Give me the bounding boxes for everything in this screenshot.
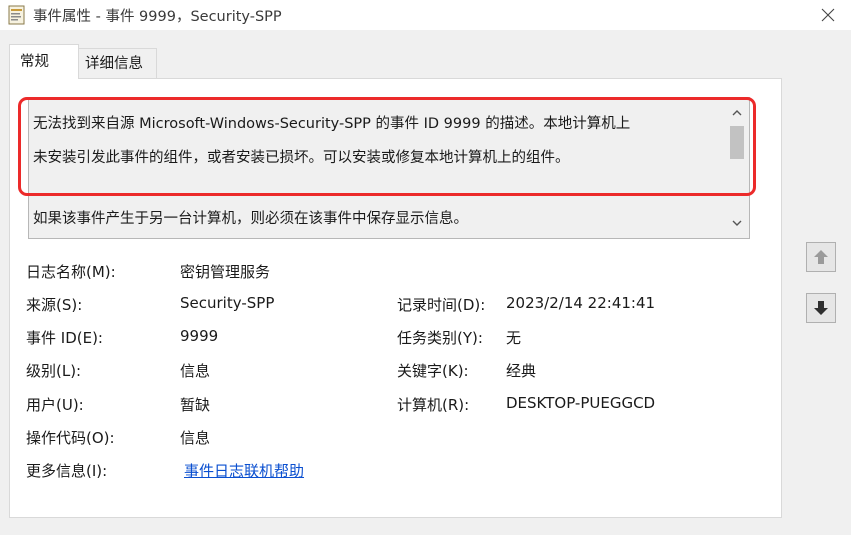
level-label: 级别(L): <box>26 362 82 380</box>
task-category-value: 无 <box>506 329 522 347</box>
event-log-online-help-link[interactable]: 事件日志联机帮助 <box>184 460 304 481</box>
event-id-value: 9999 <box>180 327 219 345</box>
arrow-down-icon <box>814 301 828 315</box>
window-title: 事件属性 - 事件 9999，Security-SPP <box>33 9 282 25</box>
description-scrollbar[interactable] <box>725 98 749 238</box>
close-icon <box>821 8 835 22</box>
description-line: 无法找到来自源 Microsoft-Windows-Security-SPP 的… <box>33 116 631 132</box>
next-event-button[interactable] <box>806 293 836 323</box>
scroll-up-arrow-icon[interactable] <box>731 107 743 119</box>
tab-general[interactable]: 常规 <box>9 44 79 79</box>
description-text: 无法找到来自源 Microsoft-Windows-Security-SPP 的… <box>33 107 723 236</box>
event-id-label: 事件 ID(E): <box>26 329 103 347</box>
scrollbar-thumb[interactable] <box>730 126 744 159</box>
previous-event-button[interactable] <box>806 242 836 272</box>
tab-details[interactable]: 详细信息 <box>79 48 157 78</box>
more-info-label: 更多信息(I): <box>26 462 108 480</box>
log-name-label: 日志名称(M): <box>26 263 116 281</box>
close-button[interactable] <box>805 0 851 30</box>
logged-value: 2023/2/14 22:41:41 <box>506 294 656 312</box>
task-category-label: 任务类别(Y): <box>397 329 483 347</box>
scroll-down-arrow-icon[interactable] <box>731 217 743 229</box>
logged-label: 记录时间(D): <box>397 296 486 314</box>
log-name-value: 密钥管理服务 <box>180 263 271 281</box>
keywords-label: 关键字(K): <box>397 362 469 380</box>
computer-label: 计算机(R): <box>397 396 470 414</box>
source-value: Security-SPP <box>180 294 275 312</box>
arrow-up-icon <box>814 250 828 264</box>
user-value: 暂缺 <box>180 396 211 414</box>
user-label: 用户(U): <box>26 396 84 414</box>
computer-value: DESKTOP-PUEGGCD <box>506 394 656 412</box>
description-line: 未安装引发此事件的组件，或者安装已损坏。可以安装或修复本地计算机上的组件。 <box>33 150 570 166</box>
title-bar: 事件属性 - 事件 9999，Security-SPP <box>0 0 851 30</box>
description-line: 如果该事件产生于另一台计算机，则必须在该事件中保存显示信息。 <box>33 211 468 227</box>
description-box[interactable]: 无法找到来自源 Microsoft-Windows-Security-SPP 的… <box>28 97 750 239</box>
level-value: 信息 <box>180 362 211 380</box>
opcode-label: 操作代码(O): <box>26 429 115 447</box>
keywords-value: 经典 <box>506 362 537 380</box>
opcode-value: 信息 <box>180 429 211 447</box>
source-label: 来源(S): <box>26 296 83 314</box>
event-properties-icon <box>8 5 25 25</box>
